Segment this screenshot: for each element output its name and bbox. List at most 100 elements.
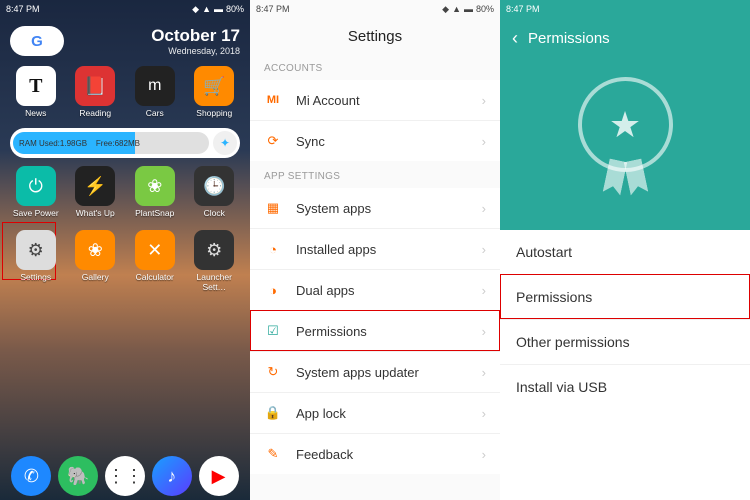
dual-icon: ◑: [264, 281, 282, 299]
wifi-icon: ◆: [442, 4, 449, 15]
row-dual-apps[interactable]: ◑ Dual apps ›: [250, 269, 500, 310]
status-icons: ◆ ▲ ▬ 80%: [442, 4, 494, 15]
apps-icon: ◔: [264, 240, 282, 258]
permissions-list: Autostart Permissions Other permissions …: [500, 230, 750, 409]
app-row-3: ⚙Settings ❀Gallery ✕Calculator ⚙Launcher…: [0, 224, 250, 298]
ram-widget[interactable]: RAM Used:1.98GB Free:682MB ✦: [10, 128, 240, 158]
row-other-permissions[interactable]: Other permissions: [500, 319, 750, 364]
app-row-1: TNews 📕Reading mCars 🛒Shopping: [0, 60, 250, 124]
app-shopping[interactable]: 🛒Shopping: [187, 66, 243, 118]
lock-icon: 🔒: [264, 404, 282, 422]
row-mi-account[interactable]: MI Mi Account ›: [250, 80, 500, 120]
dock-music[interactable]: ♪: [152, 456, 192, 496]
chevron-right-icon: ›: [482, 201, 486, 216]
dock-youtube[interactable]: ▶: [199, 456, 239, 496]
music-icon: ♪: [152, 456, 192, 496]
app-plantsnap[interactable]: ❀PlantSnap: [127, 166, 183, 218]
chevron-right-icon: ›: [482, 93, 486, 108]
status-bar: 8:47 PM ◆ ▲ ▬ 80%: [250, 0, 500, 18]
news-icon: T: [16, 66, 56, 106]
ribbon-icon: [602, 159, 627, 196]
youtube-icon: ▶: [199, 456, 239, 496]
app-clock[interactable]: 🕒Clock: [187, 166, 243, 218]
page-title: Settings: [250, 18, 500, 53]
star-icon: ★: [609, 104, 641, 146]
clock-icon: 🕒: [194, 166, 234, 206]
date-sub: Wednesday, 2018: [151, 46, 240, 56]
row-autostart[interactable]: Autostart: [500, 230, 750, 274]
google-logo-icon: G: [31, 33, 43, 50]
permissions-header: 8:47 PM ‹ Permissions ★: [500, 0, 750, 230]
reading-icon: 📕: [75, 66, 115, 106]
grid-icon: ▦: [264, 199, 282, 217]
status-bar: 8:47 PM ◆ ▲ ▬ 80%: [0, 0, 250, 18]
row-feedback[interactable]: ✎ Feedback ›: [250, 433, 500, 474]
google-search-widget[interactable]: G: [10, 26, 64, 56]
chevron-right-icon: ›: [482, 242, 486, 257]
ram-clean-button[interactable]: ✦: [213, 131, 237, 155]
app-news[interactable]: TNews: [8, 66, 64, 118]
shield-icon: ☑: [264, 322, 282, 340]
gear-icon: ⚙: [16, 230, 56, 270]
app-launcher-settings[interactable]: ⚙Launcher Sett…: [187, 230, 243, 292]
app-gallery[interactable]: ❀Gallery: [68, 230, 124, 292]
ram-used-label: RAM Used:1.98GB: [19, 139, 87, 148]
mi-icon: MI: [264, 91, 282, 109]
battery-icon: ▬: [214, 4, 223, 14]
update-icon: ↻: [264, 363, 282, 381]
dock: ✆ 🐘 ⋮⋮ ♪ ▶: [0, 456, 250, 496]
row-install-usb[interactable]: Install via USB: [500, 364, 750, 409]
dock-phone[interactable]: ✆: [11, 456, 51, 496]
row-installed-apps[interactable]: ◔ Installed apps ›: [250, 228, 500, 269]
wifi-icon: ◆: [192, 4, 199, 15]
app-row-2: ⏻Save Power ⚡What's Up ❀PlantSnap 🕒Clock: [0, 160, 250, 224]
feedback-icon: ✎: [264, 445, 282, 463]
gallery-icon: ❀: [75, 230, 115, 270]
app-reading[interactable]: 📕Reading: [68, 66, 124, 118]
chevron-right-icon: ›: [482, 324, 486, 339]
apps-icon: ⋮⋮: [105, 456, 145, 496]
app-calculator[interactable]: ✕Calculator: [127, 230, 183, 292]
app-whatsup[interactable]: ⚡What's Up: [68, 166, 124, 218]
ribbon-icon: [623, 159, 648, 196]
signal-icon: ▲: [452, 4, 461, 14]
back-button[interactable]: ‹: [512, 28, 518, 49]
chevron-right-icon: ›: [482, 134, 486, 149]
chevron-right-icon: ›: [482, 447, 486, 462]
row-permissions[interactable]: Permissions: [500, 274, 750, 319]
launcher-icon: ⚙: [194, 230, 234, 270]
row-system-updater[interactable]: ↻ System apps updater ›: [250, 351, 500, 392]
badge-icon: ★: [578, 77, 673, 172]
evernote-icon: 🐘: [58, 456, 98, 496]
row-app-lock[interactable]: 🔒 App lock ›: [250, 392, 500, 433]
permissions-screen: 8:47 PM ‹ Permissions ★ Autostart Permis…: [500, 0, 750, 500]
app-save-power[interactable]: ⏻Save Power: [8, 166, 64, 218]
phone-icon: ✆: [11, 456, 51, 496]
signal-icon: ▲: [202, 4, 211, 14]
shopping-icon: 🛒: [194, 66, 234, 106]
power-icon: ⏻: [16, 166, 56, 206]
broom-icon: ✦: [220, 136, 230, 150]
date-widget[interactable]: October 17 Wednesday, 2018: [151, 26, 240, 56]
section-accounts: ACCOUNTS: [250, 53, 500, 80]
chevron-right-icon: ›: [482, 365, 486, 380]
status-time: 8:47 PM: [506, 4, 540, 14]
status-time: 8:47 PM: [256, 4, 290, 14]
status-time: 8:47 PM: [6, 4, 40, 14]
plant-icon: ❀: [135, 166, 175, 206]
settings-screen: 8:47 PM ◆ ▲ ▬ 80% Settings ACCOUNTS MI M…: [250, 0, 500, 500]
ram-bar: RAM Used:1.98GB Free:682MB: [13, 132, 209, 154]
app-cars[interactable]: mCars: [127, 66, 183, 118]
dock-apps[interactable]: ⋮⋮: [105, 456, 145, 496]
cars-icon: m: [135, 66, 175, 106]
date-main: October 17: [151, 26, 240, 46]
sync-icon: ⟳: [264, 132, 282, 150]
row-permissions[interactable]: ☑ Permissions ›: [250, 310, 500, 351]
ram-free-label: Free:682MB: [96, 139, 140, 148]
calculator-icon: ✕: [135, 230, 175, 270]
app-settings[interactable]: ⚙Settings: [8, 230, 64, 292]
row-system-apps[interactable]: ▦ System apps ›: [250, 188, 500, 228]
row-sync[interactable]: ⟳ Sync ›: [250, 120, 500, 161]
bolt-icon: ⚡: [75, 166, 115, 206]
dock-evernote[interactable]: 🐘: [58, 456, 98, 496]
